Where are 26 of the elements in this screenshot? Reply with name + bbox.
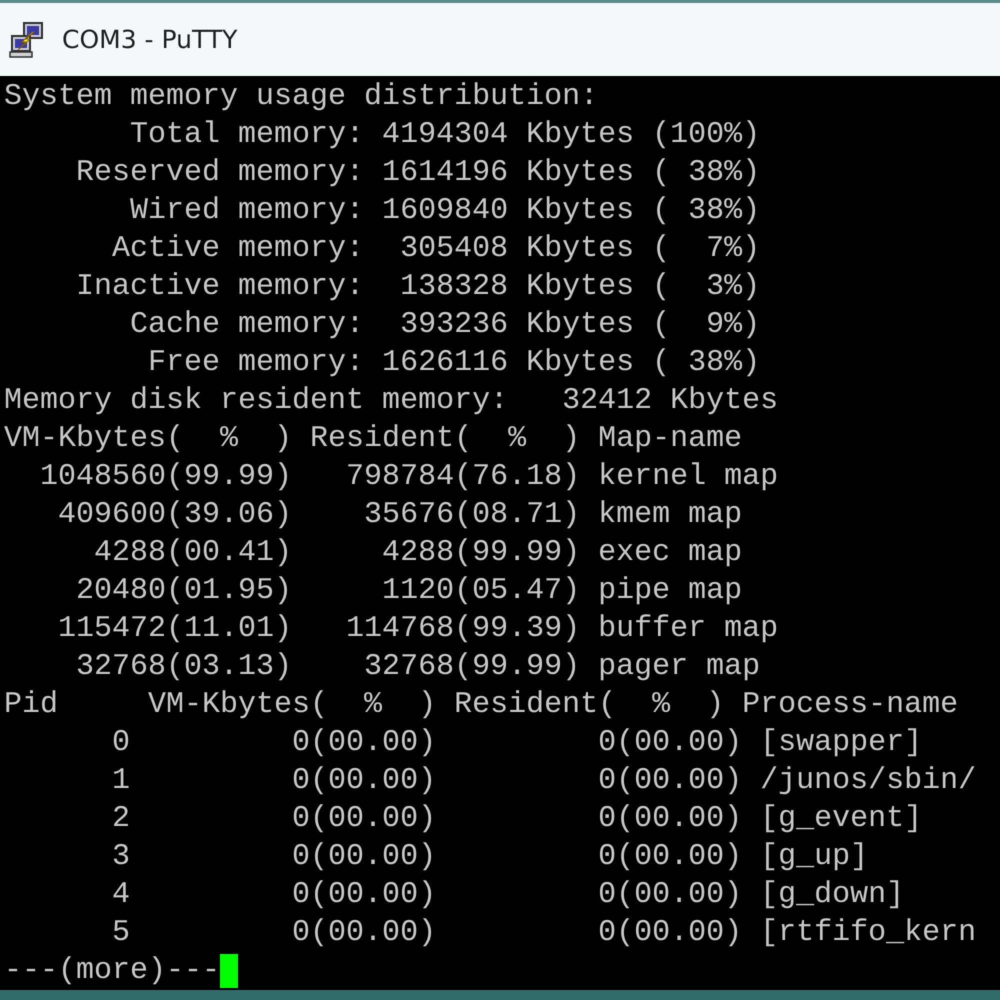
terminal-line: Free memory: 1626116 Kbytes ( 38%): [147, 345, 762, 382]
terminal-line: System memory usage distribution:: [4, 79, 600, 116]
terminal-line: 32768(03.13) 32768(99.99) pager map: [75, 649, 762, 686]
terminal-line: 1048560(99.99) 798784(76.18) kernel map: [39, 459, 780, 496]
terminal-line: Inactive memory: 138328 Kbytes ( 3%): [75, 269, 762, 306]
terminal-line: Reserved memory: 1614196 Kbytes ( 38%): [75, 155, 762, 192]
terminal-line: Active memory: 305408 Kbytes ( 7%): [111, 231, 762, 268]
terminal-line: VM-Kbytes( % ) Resident( % ) Map-name: [4, 421, 744, 458]
terminal-line: 5 0(00.00) 0(00.00) [rtfifo_kern: [111, 915, 978, 952]
terminal-line: 115472(11.01) 114768(99.39) buffer map: [57, 611, 780, 648]
terminal-line: 4288(00.41) 4288(99.99) exec map: [93, 535, 744, 572]
terminal-line: 3 0(00.00) 0(00.00) [g_up]: [111, 839, 870, 876]
terminal-line: 20480(01.95) 1120(05.47) pipe map: [75, 573, 744, 610]
terminal-line: 4 0(00.00) 0(00.00) [g_down]: [111, 877, 906, 914]
terminal-line: 2 0(00.00) 0(00.00) [g_event]: [111, 801, 924, 838]
terminal-line: Pid VM-Kbytes( % ) Resident( % ) Process-name: [4, 687, 960, 724]
terminal-line: 409600(39.06) 35676(08.71) kmem map: [57, 497, 744, 534]
terminal-line: Total memory: 4194304 Kbytes (100%): [129, 117, 762, 154]
window-title: COM3 - PuTTY: [62, 25, 238, 54]
pager-prompt: ---(more)---: [4, 953, 220, 990]
terminal-line: Cache memory: 393236 Kbytes ( 9%): [129, 307, 762, 344]
text-cursor: [220, 954, 238, 988]
terminal-line: 0 0(00.00) 0(00.00) [swapper]: [111, 725, 924, 762]
terminal-line: 1 0(00.00) 0(00.00) /junos/sbin/: [111, 763, 978, 800]
terminal-line: Wired memory: 1609840 Kbytes ( 38%): [129, 193, 762, 230]
terminal-line: Memory disk resident memory: 32412 Kbytes: [4, 383, 780, 420]
